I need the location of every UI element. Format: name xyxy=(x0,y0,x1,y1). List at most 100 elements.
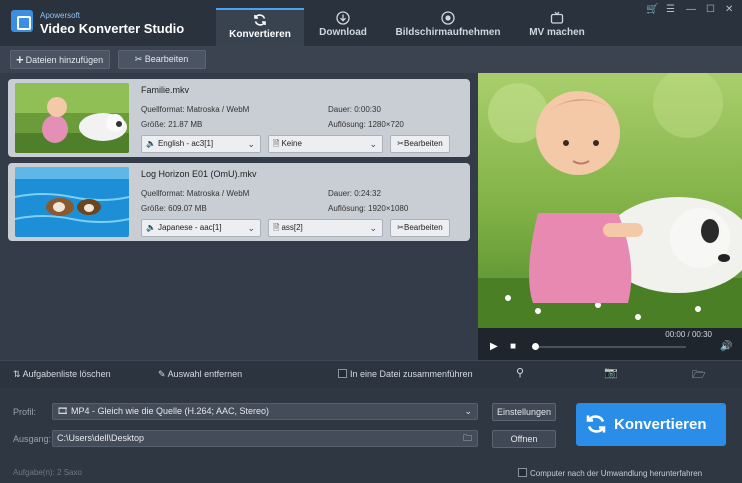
shutdown-checkbox[interactable]: Computer nach der Umwandlung herunterfah… xyxy=(518,468,702,478)
profile-label: Profil: xyxy=(13,407,37,417)
title-bar: Apowersoft Video Konverter Studio Konver… xyxy=(0,0,742,46)
cart-icon[interactable]: 🛒 xyxy=(646,4,658,15)
video-thumbnail xyxy=(15,167,129,237)
folder-icon[interactable]: 🗁 xyxy=(692,366,706,385)
remove-selection-button[interactable]: ✎ Auswahl entfernen xyxy=(158,369,242,380)
app-title: Video Konverter Studio xyxy=(40,21,185,36)
camera-icon[interactable]: 📷 xyxy=(604,366,618,379)
subtitle-select[interactable]: 🗎 ass[2] ⌄ xyxy=(268,219,383,237)
open-button[interactable]: Offnen xyxy=(492,430,556,448)
video-preview[interactable] xyxy=(478,73,742,328)
audio-track-value: Japanese - aac[1] xyxy=(157,223,222,232)
checkbox-box xyxy=(518,468,527,477)
source-format: Quellformat: Matroska / WebM xyxy=(141,189,250,198)
refresh-icon xyxy=(254,14,266,26)
clear-list-button[interactable]: ⇅ Aufgabenliste löschen xyxy=(13,369,111,380)
refresh-icon xyxy=(586,415,606,433)
app-logo-icon xyxy=(11,10,33,32)
tab-label: Download xyxy=(319,27,367,38)
chevron-down-icon: ⌄ xyxy=(247,223,255,233)
edit-file-label: Bearbeiten xyxy=(404,139,443,148)
output-path-field[interactable]: C:\Users\dell\Desktop 🗀 xyxy=(52,430,478,447)
status-text: Aufgabe(n): 2 Saxo xyxy=(13,468,82,477)
folder-browse-icon[interactable]: 🗀 xyxy=(463,431,472,446)
remove-selection-label: Auswahl entfernen xyxy=(167,369,243,379)
merge-checkbox[interactable]: In eine Datei zusammenführen xyxy=(338,369,473,379)
seek-bar[interactable] xyxy=(534,346,686,348)
toolbar: + Dateien hinzufügen ✂ Bearbeiten xyxy=(0,46,742,73)
output-path-value: C:\Users\dell\Desktop xyxy=(57,433,145,443)
subtitle-icon: 🗎 xyxy=(273,139,280,148)
add-files-label: Dateien hinzufügen xyxy=(25,55,104,65)
duration: Dauer: 0:24:32 xyxy=(328,189,381,198)
subtitle-select[interactable]: 🗎 Keine ⌄ xyxy=(268,135,383,153)
maximize-icon[interactable]: ☐ xyxy=(706,4,715,15)
output-path-label: Ausgang: xyxy=(13,434,52,444)
shutdown-label: Computer nach der Umwandlung herunterfah… xyxy=(530,469,703,478)
tab-download[interactable]: Download xyxy=(304,8,382,46)
audio-track-select[interactable]: 🔈 English - ac3[1] ⌄ xyxy=(141,135,261,153)
subtitle-icon: 🗎 xyxy=(273,223,280,232)
checkbox-box xyxy=(338,369,347,378)
tv-icon xyxy=(550,11,564,24)
tab-label: Konvertieren xyxy=(229,29,291,40)
merge-label: In eine Datei zusammenführen xyxy=(350,369,473,379)
convert-label: Konvertieren xyxy=(614,416,707,433)
profile-value: MP4 - Gleich wie die Quelle (H.264; AAC,… xyxy=(70,406,270,416)
tab-konvertieren[interactable]: Konvertieren xyxy=(216,8,304,46)
edit-file-label: Bearbeiten xyxy=(404,223,443,232)
edit-label: Bearbeiten xyxy=(144,54,189,64)
record-icon xyxy=(441,11,455,25)
play-icon[interactable]: ▶ xyxy=(490,341,498,352)
edit-file-button[interactable]: ✂Bearbeiten xyxy=(390,135,450,153)
scissors-icon: ✂ xyxy=(397,223,404,232)
clear-list-icon: ⇅ xyxy=(13,369,21,379)
file-card[interactable]: Familie.mkv Quellformat: Matroska / WebM… xyxy=(8,79,470,157)
brand-name: Apowersoft xyxy=(40,11,81,20)
subtitle-value: ass[2] xyxy=(281,223,303,232)
file-list: Familie.mkv Quellformat: Matroska / WebM… xyxy=(0,73,478,360)
resolution: Auflösung: 1920×1080 xyxy=(328,204,409,213)
tab-bildschirmaufnehmen[interactable]: Bildschirmaufnehmen xyxy=(388,8,508,46)
edit-file-button[interactable]: ✂Bearbeiten xyxy=(390,219,450,237)
audio-track-select[interactable]: 🔈 Japanese - aac[1] ⌄ xyxy=(141,219,261,237)
subtitle-value: Keine xyxy=(281,139,302,148)
zoom-icon[interactable]: ⚲ xyxy=(516,366,524,379)
settings-button[interactable]: Einstellungen xyxy=(492,403,556,421)
convert-button[interactable]: Konvertieren xyxy=(576,403,726,446)
file-name: Log Horizon E01 (OmU).mkv xyxy=(141,169,257,179)
tab-label: Bildschirmaufnehmen xyxy=(395,27,501,38)
minimize-icon[interactable]: — xyxy=(686,4,696,15)
chevron-down-icon: ⌄ xyxy=(369,139,377,149)
add-files-button[interactable]: + Dateien hinzufügen xyxy=(10,50,111,69)
speaker-icon: 🔈 xyxy=(146,139,156,148)
duration: Dauer: 0:00:30 xyxy=(328,105,381,114)
download-icon xyxy=(336,11,350,25)
chevron-down-icon: ⌄ xyxy=(369,223,377,233)
scissors-icon: ✂ xyxy=(397,139,404,148)
tab-mv-machen[interactable]: MV machen xyxy=(516,8,598,46)
scissors-icon: ✂ xyxy=(134,54,143,64)
resolution: Auflösung: 1280×720 xyxy=(328,120,404,129)
action-bar: ⇅ Aufgabenliste löschen ✎ Auswahl entfer… xyxy=(0,360,742,388)
film-icon: 🎞 xyxy=(57,406,69,416)
chevron-down-icon: ⌄ xyxy=(464,406,472,416)
edit-button[interactable]: ✂ Bearbeiten xyxy=(118,50,206,69)
stop-icon[interactable]: ■ xyxy=(510,341,516,352)
profile-select[interactable]: 🎞 MP4 - Gleich wie die Quelle (H.264; AA… xyxy=(52,403,478,420)
file-size: Größe: 21.87 MB xyxy=(141,120,203,129)
file-size: Größe: 609.07 MB xyxy=(141,204,207,213)
player-controls: 00:00 / 00:30 ▶ ■ 🔊 xyxy=(478,328,742,360)
seek-handle[interactable] xyxy=(532,343,539,350)
video-thumbnail xyxy=(15,83,129,153)
remove-selection-icon: ✎ xyxy=(158,369,166,379)
file-name: Familie.mkv xyxy=(141,85,190,95)
audio-track-value: English - ac3[1] xyxy=(157,139,214,148)
plus-icon: + xyxy=(16,52,24,67)
list-icon[interactable]: ☰ xyxy=(666,4,675,15)
file-card[interactable]: Log Horizon E01 (OmU).mkv Quellformat: M… xyxy=(8,163,470,241)
output-settings: Profil: 🎞 MP4 - Gleich wie die Quelle (H… xyxy=(0,388,742,483)
volume-icon[interactable]: 🔊 xyxy=(720,341,732,352)
close-icon[interactable]: ✕ xyxy=(725,4,733,15)
clear-list-label: Aufgabenliste löschen xyxy=(22,369,111,379)
